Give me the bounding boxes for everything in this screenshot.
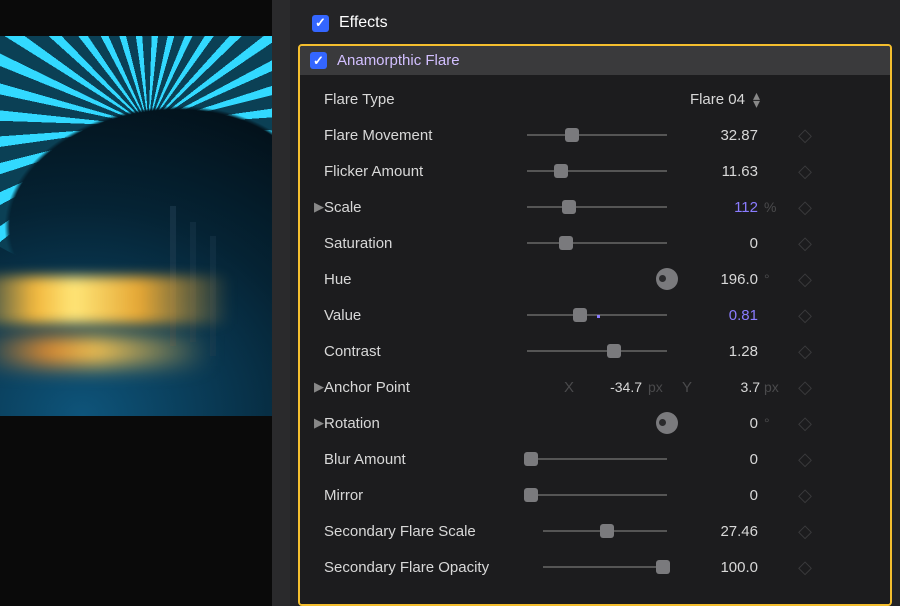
param-row-secondary-flare-scale: Secondary Flare Scale 27.46 ◇ <box>300 513 890 549</box>
param-label: Saturation <box>324 235 512 252</box>
param-label: Value <box>324 307 512 324</box>
axis-x-label: X <box>558 379 580 396</box>
keyframe-button[interactable]: ◇ <box>788 305 822 326</box>
param-label: Blur Amount <box>324 451 512 468</box>
param-label: Contrast <box>324 343 512 360</box>
param-row-scale: ▶ Scale 112 % ◇ <box>300 189 890 225</box>
scale-slider[interactable] <box>527 198 667 216</box>
param-row-rotation: ▶ Rotation 0 ° ◇ <box>300 405 890 441</box>
effects-enable-checkbox[interactable]: ✓ <box>312 15 329 32</box>
hue-dial[interactable] <box>656 268 678 290</box>
effect-parameters: Flare Type Flare 04 ▴▾ Flare Movement 32… <box>300 75 890 604</box>
keyframe-button[interactable]: ◇ <box>788 161 822 182</box>
param-label: Rotation <box>324 415 512 432</box>
keyframe-button[interactable]: ◇ <box>788 413 822 434</box>
effects-section-title: Effects <box>339 14 388 32</box>
keyframe-button[interactable]: ◇ <box>788 125 822 146</box>
axis-y-label: Y <box>676 379 698 396</box>
param-row-flare-type: Flare Type Flare 04 ▴▾ <box>300 81 890 117</box>
param-label: Anchor Point <box>324 379 512 396</box>
keyframe-button[interactable]: ◇ <box>788 233 822 254</box>
param-row-value: Value 0.81 ◇ <box>300 297 890 333</box>
param-value[interactable]: 32.87 <box>682 127 760 144</box>
preview-image <box>0 36 273 416</box>
param-label: Secondary Flare Scale <box>324 523 528 540</box>
anchor-y-value[interactable]: 3.7 <box>700 379 760 395</box>
param-label: Scale <box>324 199 512 216</box>
keyframe-button[interactable]: ◇ <box>788 521 822 542</box>
param-value[interactable]: 0 <box>682 415 760 432</box>
keyframe-button[interactable]: ◇ <box>788 269 822 290</box>
dropdown-arrows-icon: ▴▾ <box>753 91 760 107</box>
param-label: Hue <box>324 271 512 288</box>
param-row-secondary-flare-opacity: Secondary Flare Opacity 100.0 ◇ <box>300 549 890 585</box>
value-slider[interactable] <box>527 306 667 324</box>
param-row-flicker-amount: Flicker Amount 11.63 ◇ <box>300 153 890 189</box>
param-label: Flare Movement <box>324 127 512 144</box>
mirror-slider[interactable] <box>527 486 667 504</box>
param-label: Flare Type <box>324 91 512 108</box>
flicker-amount-slider[interactable] <box>527 162 667 180</box>
param-label: Secondary Flare Opacity <box>324 559 528 576</box>
keyframe-button[interactable]: ◇ <box>788 557 822 578</box>
param-row-flare-movement: Flare Movement 32.87 ◇ <box>300 117 890 153</box>
param-value[interactable]: 1.28 <box>682 343 760 360</box>
param-value[interactable]: 196.0 <box>682 271 760 288</box>
param-value[interactable]: 11.63 <box>682 163 760 180</box>
param-value[interactable]: 0 <box>682 487 760 504</box>
param-value[interactable]: 100.0 <box>682 559 760 576</box>
flare-movement-slider[interactable] <box>527 126 667 144</box>
inspector-panel: ✓ Effects ✓ Anamorpthic Flare Flare Type… <box>290 0 900 606</box>
param-row-hue: Hue 196.0 ° ◇ <box>300 261 890 297</box>
param-label: Flicker Amount <box>324 163 512 180</box>
param-row-mirror: Mirror 0 ◇ <box>300 477 890 513</box>
param-unit: % <box>760 199 788 215</box>
effect-enable-checkbox[interactable]: ✓ <box>310 52 327 69</box>
effects-section-header[interactable]: ✓ Effects <box>290 4 900 44</box>
keyframe-button[interactable]: ◇ <box>788 449 822 470</box>
param-row-saturation: Saturation 0 ◇ <box>300 225 890 261</box>
flare-type-dropdown[interactable]: Flare 04 ▴▾ <box>512 91 760 108</box>
param-value[interactable]: 0 <box>682 451 760 468</box>
saturation-slider[interactable] <box>527 234 667 252</box>
blur-amount-slider[interactable] <box>527 450 667 468</box>
dropdown-value: Flare 04 <box>690 91 745 108</box>
param-label: Mirror <box>324 487 512 504</box>
effect-header[interactable]: ✓ Anamorpthic Flare <box>300 46 890 75</box>
param-value[interactable]: 0 <box>682 235 760 252</box>
effect-group-selected: ✓ Anamorpthic Flare Flare Type Flare 04 … <box>298 44 892 606</box>
param-value[interactable]: 112 <box>682 199 760 216</box>
keyframe-button[interactable]: ◇ <box>788 485 822 506</box>
unit-px: px <box>760 379 788 395</box>
param-value[interactable]: 0.81 <box>682 307 760 324</box>
param-unit: ° <box>760 271 788 287</box>
effect-name: Anamorpthic Flare <box>337 52 460 69</box>
param-unit: ° <box>760 415 788 431</box>
preview-viewer <box>0 0 290 606</box>
param-value[interactable]: 27.46 <box>682 523 760 540</box>
param-row-blur-amount: Blur Amount 0 ◇ <box>300 441 890 477</box>
anchor-x-value[interactable]: -34.7 <box>582 379 642 395</box>
keyframe-button[interactable]: ◇ <box>788 197 822 218</box>
keyframe-button[interactable]: ◇ <box>788 377 822 398</box>
unit-px: px <box>644 379 674 395</box>
secondary-flare-scale-slider[interactable] <box>543 522 667 540</box>
keyframe-button[interactable]: ◇ <box>788 341 822 362</box>
rotation-dial[interactable] <box>656 412 678 434</box>
contrast-slider[interactable] <box>527 342 667 360</box>
secondary-flare-opacity-slider[interactable] <box>543 558 667 576</box>
param-row-anchor-point: ▶ Anchor Point X -34.7 px Y 3.7 px ◇ <box>300 369 890 405</box>
param-row-contrast: Contrast 1.28 ◇ <box>300 333 890 369</box>
